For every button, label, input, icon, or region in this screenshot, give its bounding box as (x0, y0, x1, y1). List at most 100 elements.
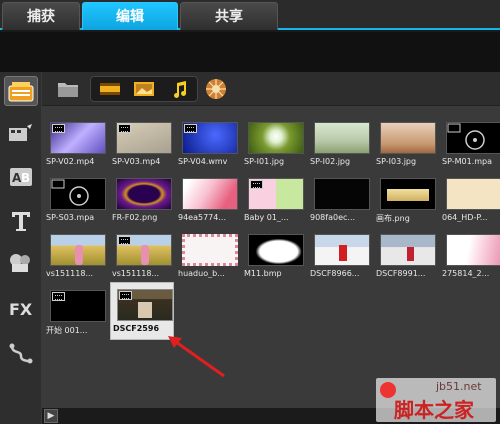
audio-icon[interactable] (166, 77, 194, 101)
motion-path-icon[interactable] (4, 338, 38, 368)
media-item[interactable]: vs151118... (44, 228, 110, 284)
media-caption: 064_HD-P... (442, 213, 488, 222)
media-caption: SP-I01.jpg (244, 157, 285, 166)
media-caption: vs151118... (46, 269, 94, 278)
media-thumbnail (314, 122, 370, 154)
media-caption: SP-V04.wmv (178, 157, 228, 166)
media-thumbnail (182, 234, 238, 266)
video-badge-icon (250, 180, 263, 189)
media-caption: SP-V03.mp4 (112, 157, 161, 166)
media-item[interactable]: vs151118... (110, 228, 176, 284)
tab-edit[interactable]: 编辑 (82, 2, 178, 30)
instant-project-icon[interactable] (4, 118, 38, 148)
media-caption: DSCF8966... (310, 269, 360, 278)
media-item[interactable]: SP-M01.mpa (440, 116, 500, 172)
media-item[interactable]: 275814_2... (440, 228, 500, 284)
media-item[interactable]: SP-I02.jpg (308, 116, 374, 172)
preview-area (0, 32, 500, 72)
left-toolbar: AB FX (0, 72, 42, 424)
watermark: jb51.net 脚本之家 (376, 378, 496, 422)
media-thumbnail (380, 122, 436, 154)
media-item[interactable]: huaduo_b... (176, 228, 242, 284)
title-icon[interactable] (4, 206, 38, 236)
media-item[interactable]: Baby 01_... (242, 172, 308, 228)
media-caption: 开始 001... (46, 326, 88, 335)
media-thumbnail (248, 178, 304, 210)
expand-arrow-icon[interactable]: ▶ (44, 409, 58, 423)
media-item[interactable]: 开始 001... (44, 284, 110, 340)
media-thumbnail (182, 122, 238, 154)
media-item[interactable]: FR-F02.png (110, 172, 176, 228)
media-caption: vs151118... (112, 269, 160, 278)
media-item[interactable]: SP-V03.mp4 (110, 116, 176, 172)
top-tab-bar: 捕获 编辑 共享 (0, 0, 500, 30)
folder-icon[interactable] (54, 77, 82, 101)
tab-share[interactable]: 共享 (180, 2, 278, 30)
media-item[interactable]: 画布.png (374, 172, 440, 228)
media-thumbnail (446, 178, 500, 210)
media-item[interactable]: 908fa0ec... (308, 172, 374, 228)
video-badge-icon (118, 236, 131, 245)
fx-icon[interactable]: FX (4, 294, 38, 324)
tab-capture[interactable]: 捕获 (2, 2, 80, 30)
media-item[interactable]: 94ea5774... (176, 172, 242, 228)
media-item[interactable]: DSCF8966... (308, 228, 374, 284)
media-caption: M11.bmp (244, 269, 282, 278)
media-thumbnail (314, 234, 370, 266)
media-caption: FR-F02.png (112, 213, 158, 222)
media-caption: DSCF8991... (376, 269, 426, 278)
media-thumbnail (446, 234, 500, 266)
media-item[interactable]: M11.bmp (242, 228, 308, 284)
media-caption: SP-V02.mp4 (46, 157, 95, 166)
media-caption: 275814_2... (442, 269, 490, 278)
watermark-site: jb51.net (436, 380, 482, 393)
media-thumbnail (50, 290, 106, 322)
photo-icon[interactable] (130, 77, 158, 101)
media-item[interactable]: SP-I03.jpg (374, 116, 440, 172)
red-arrow-annotation (168, 336, 225, 378)
video-badge-icon (119, 291, 132, 300)
media-grid: SP-V02.mp4 SP-V03.mp4 SP-V04.wmv SP-I01.… (42, 106, 500, 408)
media-thumbnail (182, 178, 238, 210)
online-icon[interactable] (202, 77, 230, 101)
media-item[interactable]: SP-V02.mp4 (44, 116, 110, 172)
media-caption: 908fa0ec... (310, 213, 356, 222)
media-thumbnail (116, 234, 172, 266)
library-toolbar (42, 72, 500, 106)
video-icon[interactable] (96, 77, 124, 101)
media-library-icon[interactable] (4, 76, 38, 106)
media-caption: SP-I03.jpg (376, 157, 417, 166)
media-caption: SP-S03.mpa (46, 213, 95, 222)
graphics-icon[interactable] (4, 248, 38, 278)
media-caption: huaduo_b... (178, 269, 225, 278)
media-thumbnail (50, 178, 106, 210)
media-thumbnail (50, 234, 106, 266)
video-badge-icon (52, 124, 65, 133)
media-item[interactable]: SP-S03.mpa (44, 172, 110, 228)
video-badge-icon (118, 124, 131, 133)
media-caption: 画布.png (376, 214, 410, 223)
media-thumbnail (117, 289, 173, 321)
media-thumbnail (116, 122, 172, 154)
watermark-name: 脚本之家 (394, 398, 474, 422)
media-item[interactable]: SP-I01.jpg (242, 116, 308, 172)
transition-icon[interactable]: AB (4, 162, 38, 192)
media-thumbnail (50, 122, 106, 154)
media-thumbnail (116, 178, 172, 210)
svg-text:B: B (21, 171, 30, 185)
media-thumbnail (446, 122, 500, 154)
media-thumbnail (248, 234, 304, 266)
library-panel: SP-V02.mp4 SP-V03.mp4 SP-V04.wmv SP-I01.… (42, 72, 500, 424)
media-caption: SP-I02.jpg (310, 157, 351, 166)
svg-text:FX: FX (9, 300, 33, 319)
media-caption: SP-M01.mpa (442, 157, 493, 166)
media-item[interactable]: 064_HD-P... (440, 172, 500, 228)
video-badge-icon (184, 124, 197, 133)
media-item[interactable]: SP-V04.wmv (176, 116, 242, 172)
media-caption: 94ea5774... (178, 213, 226, 222)
media-thumbnail (380, 178, 436, 210)
media-thumbnail (314, 178, 370, 210)
media-thumbnail (380, 234, 436, 266)
media-thumbnail (248, 122, 304, 154)
media-item[interactable]: DSCF8991... (374, 228, 440, 284)
